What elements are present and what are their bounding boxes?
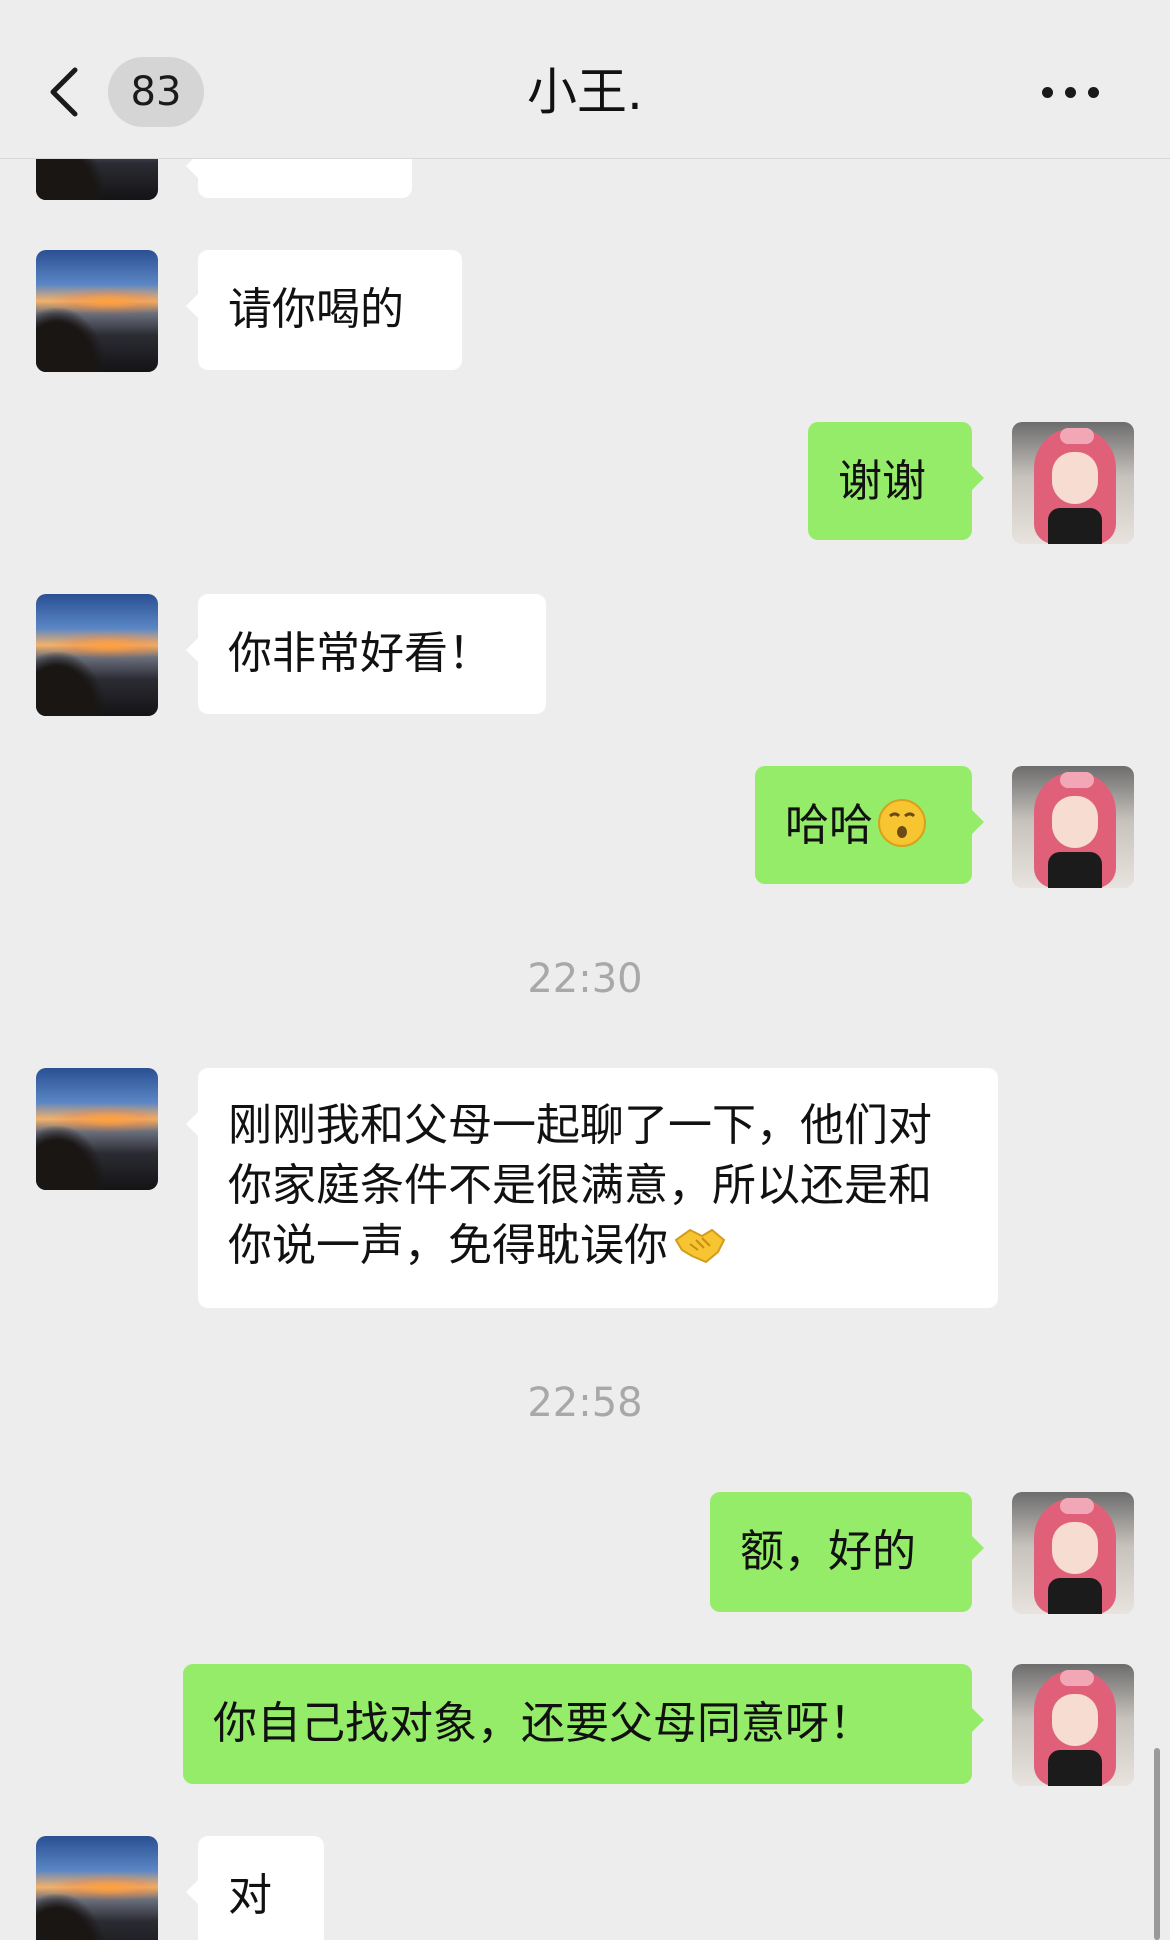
user-avatar[interactable] (1012, 422, 1134, 544)
contact-avatar[interactable] (36, 594, 158, 716)
timestamp: 22:58 (527, 1380, 643, 1426)
message-bubble-incoming[interactable]: 对 (186, 1836, 324, 1940)
message-text: 你自己找对象，还要父母同意呀！ (213, 1698, 873, 1749)
chat-screen: 83 小王. 请你喝的 谢谢 你非常好看！ 哈哈 22:30 刚刚我和父母一起聊 (0, 0, 1170, 1940)
message-text: 请你喝的 (228, 284, 404, 335)
chevron-left-icon (50, 67, 78, 117)
user-avatar[interactable] (1012, 1664, 1134, 1786)
message-text: 哈哈 (785, 796, 927, 856)
message-bubble-incoming[interactable]: 刚刚我和父母一起聊了一下，他们对你家庭条件不是很满意，所以还是和你说一声，免得耽… (186, 1068, 998, 1308)
message-text: 对 (228, 1870, 272, 1921)
contact-avatar[interactable] (36, 1068, 158, 1190)
message-bubble-outgoing[interactable]: 额，好的 (710, 1492, 984, 1612)
message-bubble-outgoing[interactable]: 哈哈 (755, 766, 984, 884)
timestamp: 22:30 (527, 956, 643, 1002)
more-options-button[interactable] (1020, 70, 1120, 114)
more-dots-icon (1041, 86, 1053, 98)
message-bubble-outgoing[interactable]: 你自己找对象，还要父母同意呀！ (183, 1664, 984, 1784)
user-avatar[interactable] (1012, 766, 1134, 888)
message-bubble-incoming[interactable]: 请你喝的 (186, 250, 462, 370)
message-text: 你非常好看！ (228, 628, 492, 679)
user-avatar[interactable] (1012, 1492, 1134, 1614)
back-button[interactable] (40, 58, 90, 126)
handshake-icon (674, 1228, 726, 1264)
message-bubble-incoming[interactable]: 你非常好看！ (186, 594, 546, 714)
message-text: 额，好的 (740, 1526, 916, 1577)
unread-count-badge[interactable]: 83 (108, 57, 204, 127)
scrollbar[interactable] (1154, 1748, 1160, 1940)
message-text: 谢谢 (838, 456, 926, 507)
contact-avatar[interactable] (36, 1836, 158, 1940)
message-bubble-outgoing[interactable]: 谢谢 (808, 422, 984, 540)
emoji-smirk-icon (878, 799, 926, 847)
contact-avatar[interactable] (36, 250, 158, 372)
message-text: 刚刚我和父母一起聊了一下，他们对你家庭条件不是很满意，所以还是和你说一声，免得耽… (228, 1100, 932, 1271)
chat-header: 83 小王. (0, 0, 1170, 159)
